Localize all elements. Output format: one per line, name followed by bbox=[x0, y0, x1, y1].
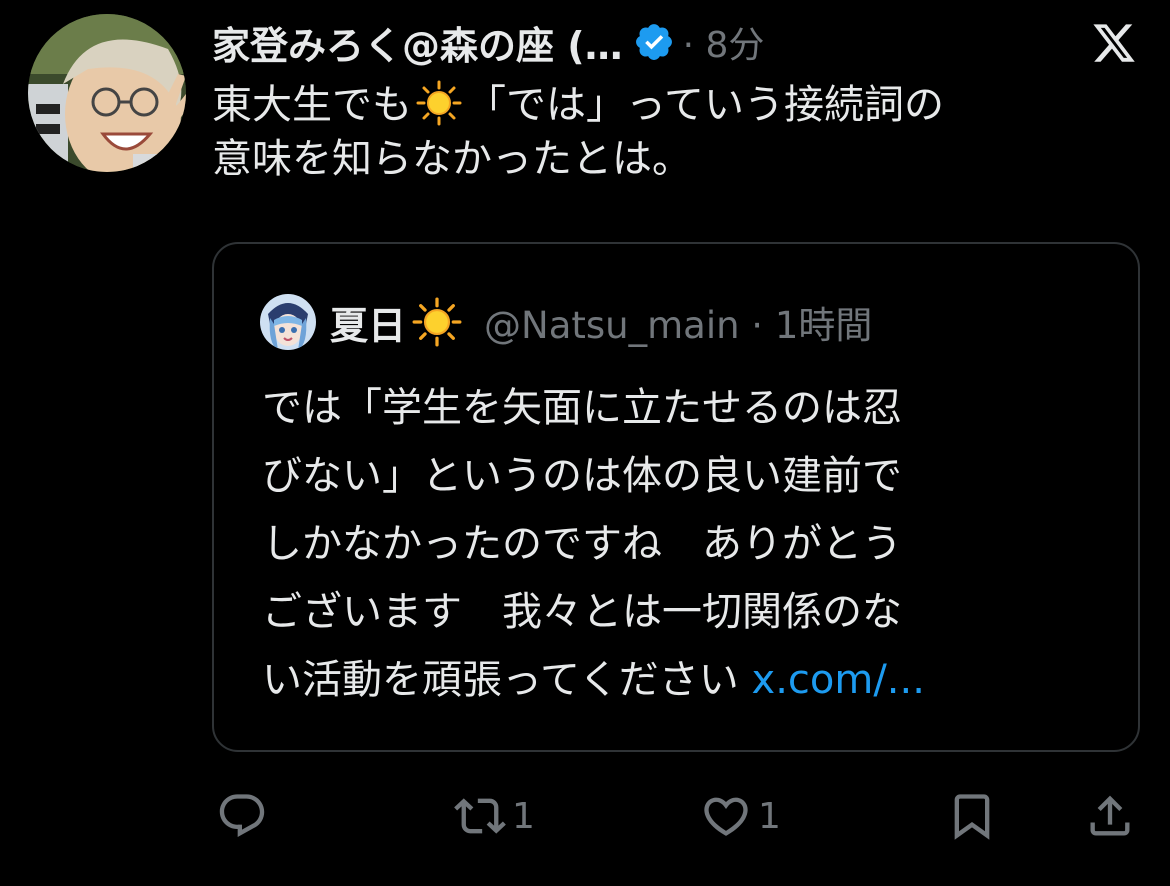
quoted-tweet-text: では「学生を矢面に立たせるのは忍 びない」というのは体の良い建前で しかなかった… bbox=[262, 374, 1122, 714]
tweet-text-part: 東大生でも bbox=[212, 82, 412, 128]
like-button[interactable]: 1 bbox=[700, 788, 781, 844]
tweet-text-line-1: 東大生でも 「では」っていう接続詞の bbox=[212, 78, 1152, 132]
like-count: 1 bbox=[758, 795, 781, 837]
author-avatar-image bbox=[28, 14, 186, 172]
author-avatar[interactable] bbox=[28, 14, 186, 172]
like-icon bbox=[704, 797, 748, 836]
retweet-icon bbox=[454, 798, 506, 834]
tweet-text-line-2: 意味を知らなかったとは。 bbox=[212, 136, 692, 182]
share-icon bbox=[1090, 795, 1130, 836]
reply-icon bbox=[219, 794, 265, 838]
tweet-time[interactable]: · 8分 bbox=[683, 16, 765, 68]
quoted-tweet-card[interactable]: 夏日 @Natsu_main · 1時間 では「学生を矢面に立たせるのは忍 びな… bbox=[212, 242, 1140, 752]
share-button[interactable] bbox=[1084, 788, 1136, 844]
bookmark-icon bbox=[954, 794, 990, 840]
sun-emoji-icon bbox=[416, 80, 462, 126]
quoted-text-line: ございます 我々とは一切関係のな bbox=[262, 589, 902, 635]
author-name[interactable]: 家登みろく@森の座 (… bbox=[212, 15, 623, 70]
sun-emoji-icon bbox=[412, 297, 462, 347]
quoted-text-line: びない」というのは体の良い建前で bbox=[262, 453, 902, 499]
quoted-link[interactable]: x.com/... bbox=[752, 657, 925, 703]
verified-badge-icon bbox=[633, 21, 675, 63]
quoted-author-name[interactable]: 夏日 bbox=[330, 295, 406, 350]
quoted-text-line-last: い活動を頑張ってください x.com/... bbox=[262, 646, 1122, 714]
quoted-text-line: しかなかったのですね ありがとう bbox=[262, 521, 902, 567]
tweet-action-bar: 1 1 bbox=[212, 788, 1152, 848]
tweet-header: 家登みろく@森の座 (… · 8分 bbox=[212, 12, 1112, 72]
quoted-text-line: では「学生を矢面に立たせるのは忍 bbox=[262, 385, 902, 431]
quoted-author-avatar[interactable] bbox=[260, 294, 316, 350]
x-logo-icon[interactable] bbox=[1088, 20, 1140, 66]
bookmark-button[interactable] bbox=[946, 788, 998, 844]
quoted-tweet-header: 夏日 @Natsu_main · 1時間 bbox=[260, 292, 1120, 352]
quoted-text-line: い活動を頑張ってください bbox=[262, 657, 752, 703]
quoted-handle-time: @Natsu_main · 1時間 bbox=[484, 304, 873, 347]
tweet-text-part: 「では」っていう接続詞の bbox=[466, 82, 944, 128]
tweet-text: 東大生でも 「では」っていう接続詞の 意味を知らなかったとは。 bbox=[212, 78, 1152, 186]
retweet-count: 1 bbox=[512, 795, 535, 837]
reply-button[interactable] bbox=[216, 788, 268, 844]
retweet-button[interactable]: 1 bbox=[454, 788, 535, 844]
